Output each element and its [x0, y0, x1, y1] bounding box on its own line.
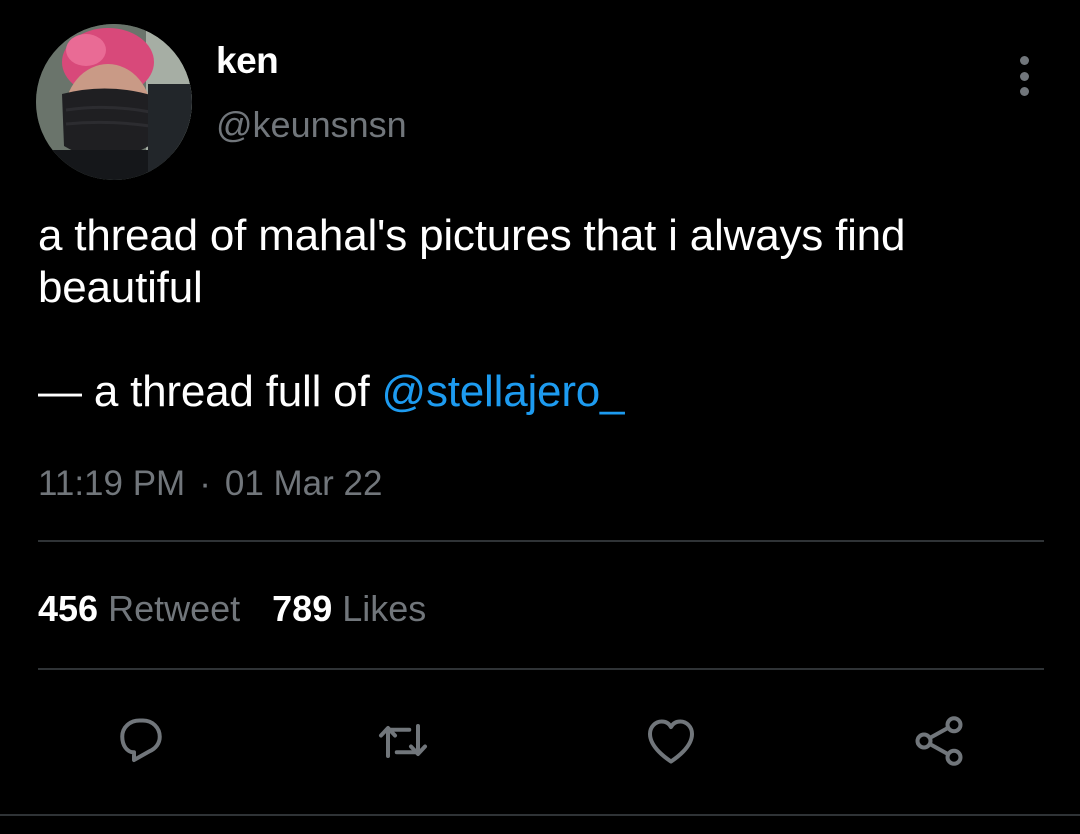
- divider: [38, 668, 1044, 670]
- likes-label: Likes: [342, 588, 427, 629]
- divider: [38, 540, 1044, 542]
- more-dot-icon: [1019, 56, 1029, 65]
- avatar[interactable]: [36, 24, 192, 180]
- reply-icon: [120, 718, 162, 762]
- meta-separator: ·: [199, 464, 211, 503]
- engagement-stats: 456 Retweet 789 Likes: [38, 588, 426, 630]
- retweet-button[interactable]: [368, 706, 438, 776]
- like-button[interactable]: [636, 706, 706, 776]
- tweet-actions-bar: [0, 706, 1080, 776]
- tweet-date[interactable]: 01 Mar 22: [225, 464, 383, 503]
- likes-count: 789: [272, 588, 333, 629]
- divider: [0, 814, 1080, 816]
- avatar-image: [36, 24, 192, 180]
- share-icon: [915, 716, 963, 766]
- tweet-text-line: — a thread full of @stellajero_: [38, 366, 1038, 418]
- reply-button[interactable]: [106, 706, 176, 776]
- share-button[interactable]: [904, 706, 974, 776]
- tweet-time[interactable]: 11:19 PM: [38, 464, 185, 503]
- tweet-text-prefix: — a thread full of: [38, 367, 382, 416]
- like-icon: [648, 719, 694, 764]
- retweets-label: Retweet: [108, 588, 241, 629]
- more-dot-icon: [1019, 71, 1029, 81]
- username-handle[interactable]: @keunsnsn: [216, 104, 407, 146]
- retweets-count: 456: [38, 588, 99, 629]
- likes-stat[interactable]: 789 Likes: [272, 588, 426, 629]
- tweet-text: a thread of mahal's pictures that i alwa…: [38, 211, 906, 312]
- more-dot-icon: [1019, 87, 1029, 96]
- retweets-stat[interactable]: 456 Retweet: [38, 588, 240, 629]
- mention-link[interactable]: @stellajero_: [382, 367, 625, 416]
- more-options-button[interactable]: [1012, 56, 1036, 96]
- retweet-icon: [379, 724, 427, 758]
- tweet-timestamp: 11:19 PM · 01 Mar 22: [38, 464, 382, 504]
- tweet-detail: ken @keunsnsn a thread of mahal's pictur…: [0, 0, 1080, 834]
- display-name[interactable]: ken: [216, 40, 279, 82]
